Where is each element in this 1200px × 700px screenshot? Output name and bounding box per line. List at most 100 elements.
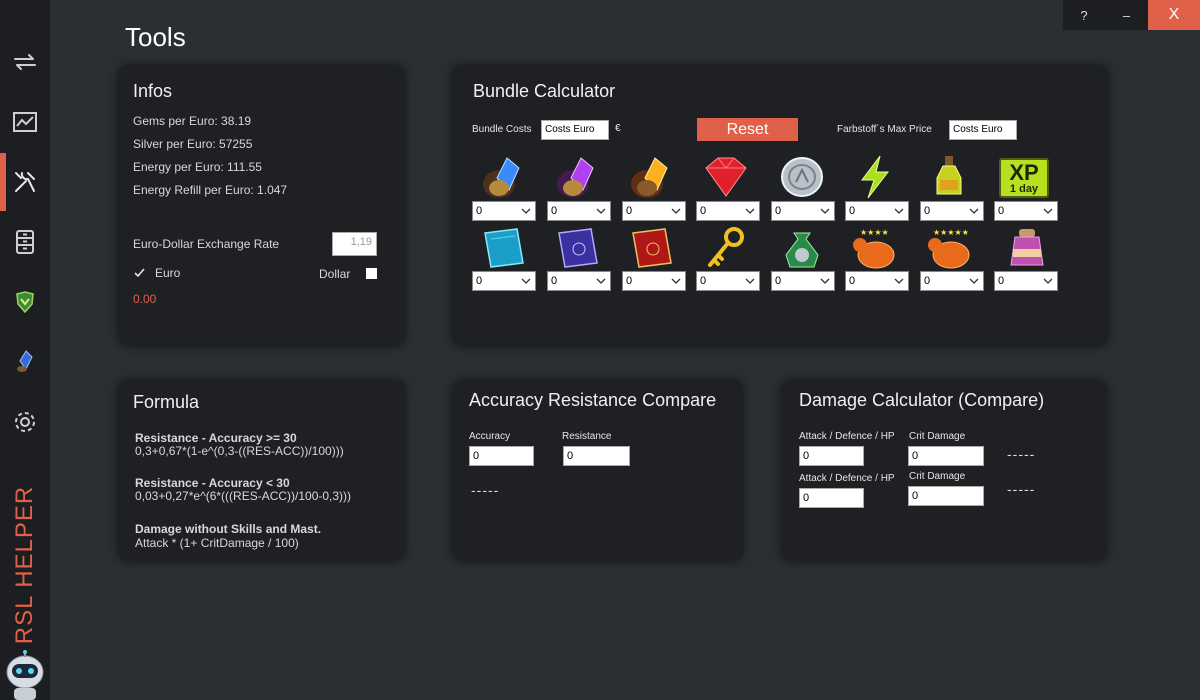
max-price-input[interactable]: Costs Euro	[949, 120, 1017, 140]
formula-title: Formula	[133, 392, 200, 412]
quantity-value: 0	[626, 275, 633, 287]
quantity-value: 0	[849, 275, 856, 287]
attack-input-2[interactable]: 0	[799, 488, 864, 508]
nav-charts[interactable]	[0, 93, 50, 151]
void-shard-icon	[557, 157, 594, 198]
chart-icon	[13, 112, 37, 132]
formula-1-body: 0,3+0,67*(1-e^(0,3-((RES-ACC))/100)))	[135, 444, 344, 458]
euro-checkbox[interactable]	[134, 267, 145, 278]
crit-input-1[interactable]: 0	[908, 446, 984, 466]
exchange-rate-input[interactable]: 1,19	[332, 232, 377, 256]
bundle-costs-label: Bundle Costs	[472, 124, 532, 135]
reset-button[interactable]: Reset	[697, 118, 798, 141]
xp-boost-icon: XP 1 day	[999, 158, 1049, 198]
formula-3-title: Damage without Skills and Mast.	[135, 522, 322, 536]
dollar-checkbox[interactable]	[366, 268, 377, 279]
crit-input-2[interactable]: 0	[908, 486, 984, 506]
tools-icon	[15, 172, 35, 192]
quantity-select[interactable]: 0	[547, 201, 611, 221]
accuracy-input[interactable]: 0	[469, 446, 534, 466]
quantity-select[interactable]: 0	[472, 271, 536, 291]
minimize-button[interactable]: –	[1105, 0, 1148, 30]
nav-shards[interactable]	[0, 333, 50, 391]
chevron-down-icon	[671, 208, 681, 214]
bundle-card: Bundle Calculator Bundle Costs Costs Eur…	[452, 65, 1108, 346]
gold-key-icon	[708, 227, 744, 267]
sidebar: RSL HELPER	[0, 0, 50, 700]
formula-1-title: Resistance - Accuracy >= 30	[135, 431, 297, 445]
nav-tools[interactable]	[0, 153, 50, 211]
bundle-costs-input[interactable]: Costs Euro	[541, 120, 609, 140]
nav-settings[interactable]	[0, 393, 50, 451]
dollar-label: Dollar	[319, 267, 351, 281]
attack-input-1[interactable]: 0	[799, 446, 864, 466]
quantity-value: 0	[924, 205, 931, 217]
quantity-select[interactable]: 0	[771, 271, 835, 291]
quantity-select[interactable]: 0	[771, 201, 835, 221]
bundle-title: Bundle Calculator	[473, 81, 616, 101]
exchange-rate-label: Euro-Dollar Exchange Rate	[133, 237, 280, 251]
quantity-select[interactable]: 0	[920, 201, 984, 221]
nav-storage[interactable]	[0, 213, 50, 271]
euro-label: Euro	[155, 266, 181, 280]
svg-text:★★★★★: ★★★★★	[933, 228, 969, 237]
chevron-down-icon	[969, 208, 979, 214]
quantity-select[interactable]: 0	[845, 201, 909, 221]
currency-symbol: €	[615, 123, 621, 134]
robot-mascot-icon	[2, 650, 48, 700]
energy-bolt-icon	[861, 155, 890, 199]
quantity-value: 0	[551, 205, 558, 217]
chevron-down-icon	[1043, 208, 1053, 214]
quantity-select[interactable]: 0	[622, 271, 686, 291]
close-button[interactable]: X	[1148, 0, 1200, 30]
quantity-value: 0	[998, 205, 1005, 217]
attack-label-1: Attack / Defence / HP	[799, 431, 895, 442]
accuracy-label: Accuracy	[469, 431, 511, 442]
formula-2-title: Resistance - Accuracy < 30	[135, 476, 290, 490]
help-button[interactable]: ?	[1063, 0, 1105, 30]
quantity-select[interactable]: 0	[920, 271, 984, 291]
formula-3-body: Attack * (1+ CritDamage / 100)	[135, 536, 299, 550]
xp-duration-label: 1 day	[1009, 183, 1039, 195]
quantity-value: 0	[700, 275, 707, 287]
chevron-down-icon	[1043, 278, 1053, 284]
quantity-select[interactable]: 0	[845, 271, 909, 291]
quantity-value: 0	[551, 275, 558, 287]
shard-icon	[17, 350, 33, 372]
resistance-input[interactable]: 0	[563, 446, 630, 466]
nav-clan[interactable]	[0, 273, 50, 331]
infos-result: 0.00	[133, 292, 157, 306]
page-title: Tools	[125, 22, 186, 52]
silver-coin-icon	[781, 157, 823, 197]
quantity-select[interactable]: 0	[994, 271, 1058, 291]
storage-icon	[16, 230, 34, 254]
quantity-select[interactable]: 0	[994, 201, 1058, 221]
crit-label-2: Crit Damage	[909, 471, 966, 482]
quantity-value: 0	[775, 205, 782, 217]
chevron-down-icon	[894, 208, 904, 214]
quantity-value: 0	[700, 205, 707, 217]
quantity-value: 0	[849, 205, 856, 217]
quantity-select[interactable]: 0	[622, 201, 686, 221]
brand-title: RSL HELPER	[11, 485, 38, 645]
purple-tome-icon	[558, 228, 598, 268]
accuracy-title: Accuracy Resistance Compare	[469, 390, 717, 410]
damage-result-2: -----	[1007, 481, 1036, 497]
quantity-select[interactable]: 0	[472, 201, 536, 221]
ancient-shard-icon	[483, 157, 520, 198]
chicken-5star-icon: ★★★★★	[928, 228, 970, 269]
svg-text:★★★★: ★★★★	[860, 228, 889, 237]
formula-2-body: 0,03+0,27*e^(6*(((RES-ACC))/100-0,3)))	[135, 489, 352, 503]
silver-per-euro: Silver per Euro: 57255	[133, 137, 253, 151]
potion-bottle-icon	[936, 156, 962, 195]
damage-result-1: -----	[1007, 446, 1036, 462]
quantity-select[interactable]: 0	[696, 201, 760, 221]
quantity-select[interactable]: 0	[547, 271, 611, 291]
damage-card: Damage Calculator (Compare) Attack / Def…	[781, 380, 1107, 561]
ruby-gem-icon	[705, 157, 747, 197]
nav-sync[interactable]	[0, 33, 50, 91]
resistance-label: Resistance	[562, 431, 612, 442]
shield-icon	[16, 291, 34, 314]
red-tome-icon	[632, 228, 672, 268]
quantity-select[interactable]: 0	[696, 271, 760, 291]
